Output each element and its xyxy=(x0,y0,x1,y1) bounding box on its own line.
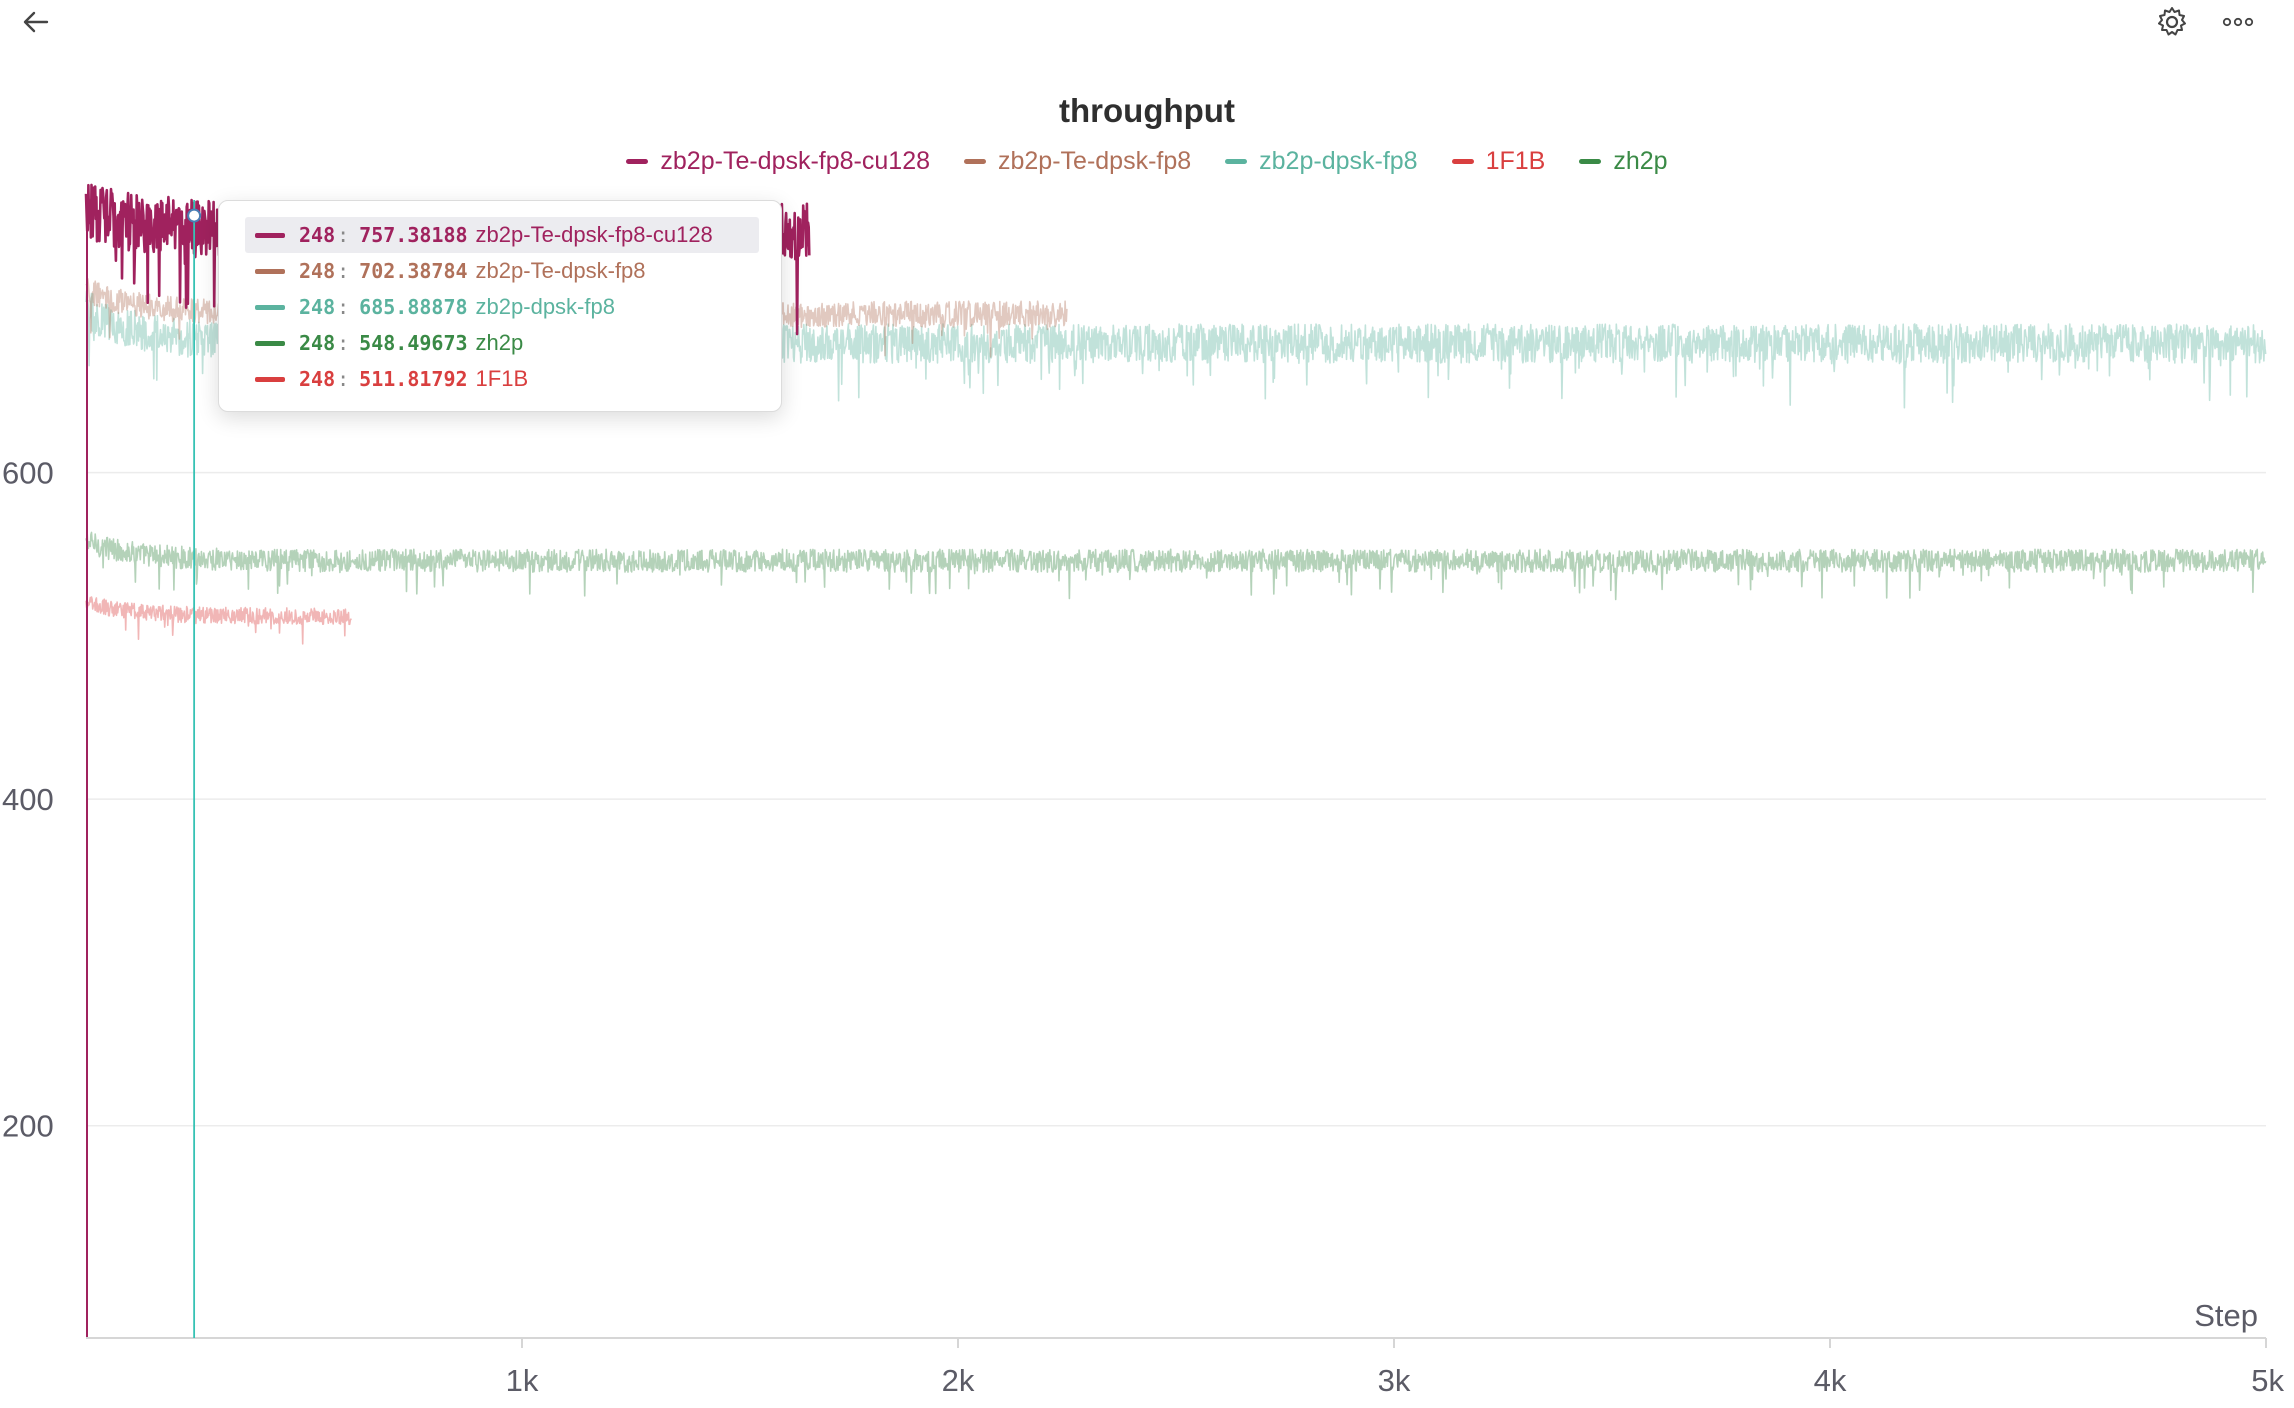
tooltip-step: 248 xyxy=(299,331,336,355)
tooltip-series-name: zh2p xyxy=(475,330,524,355)
tooltip-swatch xyxy=(255,376,285,382)
tooltip-value: 548.49673 xyxy=(359,331,468,355)
x-tick-label: 1k xyxy=(506,1363,539,1398)
tooltip-colon: : xyxy=(337,223,350,247)
tooltip-row: 248:511.81792 1F1B xyxy=(245,361,759,397)
tooltip-value: 511.81792 xyxy=(359,367,468,391)
tooltip-colon: : xyxy=(337,295,350,319)
tooltip-series-name: zb2p-Te-dpsk-fp8 xyxy=(475,258,646,283)
tooltip-step: 248 xyxy=(299,295,336,319)
tooltip-colon: : xyxy=(337,259,350,283)
x-tick-label: 3k xyxy=(1378,1363,1411,1398)
tooltip-swatch xyxy=(255,268,285,274)
tooltip-step: 248 xyxy=(299,223,336,247)
y-tick-label: 600 xyxy=(2,456,54,491)
tooltip-row: 248:702.38784 zb2p-Te-dpsk-fp8 xyxy=(245,253,759,289)
tooltip-series-name: zb2p-Te-dpsk-fp8-cu128 xyxy=(475,222,713,247)
series-line-zh2p xyxy=(85,531,2267,601)
x-tick-label: 4k xyxy=(1814,1363,1847,1398)
hover-tooltip: 248:757.38188 zb2p-Te-dpsk-fp8-cu128 248:7… xyxy=(218,200,782,412)
tooltip-row: 248:757.38188 zb2p-Te-dpsk-fp8-cu128 xyxy=(245,217,759,253)
hover-point xyxy=(187,208,202,223)
x-tick-label: 5k xyxy=(2251,1363,2284,1398)
tooltip-colon: : xyxy=(337,367,350,391)
tooltip-row: 248:685.88878 zb2p-dpsk-fp8 xyxy=(245,289,759,325)
series-line-1F1B xyxy=(85,596,352,645)
tooltip-row: 248:548.49673 zh2p xyxy=(245,325,759,361)
x-axis-title: Step xyxy=(2194,1298,2258,1333)
tooltip-series-name: 1F1B xyxy=(475,366,529,391)
tooltip-colon: : xyxy=(337,331,350,355)
tooltip-swatch xyxy=(255,232,285,238)
tooltip-value: 685.88878 xyxy=(359,295,468,319)
tooltip-series-name: zb2p-dpsk-fp8 xyxy=(475,294,615,319)
tooltip-swatch xyxy=(255,304,285,310)
hover-layer xyxy=(187,200,202,1338)
axis-layer: 200 400 600 1k 2k 3k 4k 5k Step xyxy=(2,456,2284,1398)
x-tick-label: 2k xyxy=(942,1363,975,1398)
tooltip-swatch xyxy=(255,340,285,346)
tooltip-step: 248 xyxy=(299,367,336,391)
tooltip-step: 248 xyxy=(299,259,336,283)
tooltip-value: 757.38188 xyxy=(359,223,468,247)
tooltip-value: 702.38784 xyxy=(359,259,468,283)
y-tick-label: 200 xyxy=(2,1109,54,1144)
y-tick-label: 400 xyxy=(2,782,54,817)
